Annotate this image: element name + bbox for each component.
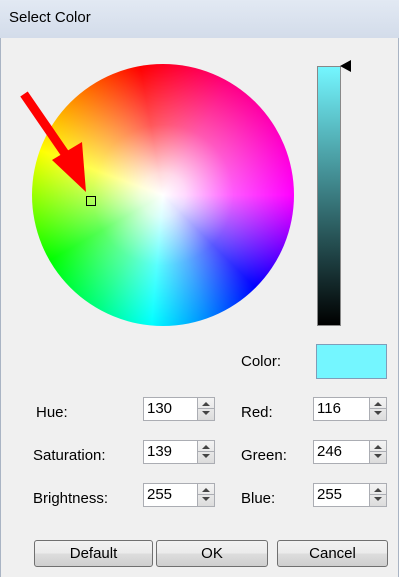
chevron-up-icon[interactable] <box>374 488 382 492</box>
color-label: Color: <box>241 353 282 370</box>
title-bar: Select Color <box>0 0 399 38</box>
saturation-spin-buttons[interactable] <box>197 441 214 463</box>
chevron-up-icon[interactable] <box>202 402 210 406</box>
spin-divider <box>370 408 386 409</box>
chevron-down-icon[interactable] <box>374 411 382 415</box>
default-button[interactable]: Default <box>34 540 153 567</box>
brightness-label: Brightness: <box>33 490 109 507</box>
saturation-spinner[interactable]: 139 <box>143 440 215 464</box>
spin-divider <box>370 451 386 452</box>
chevron-down-icon[interactable] <box>202 497 210 501</box>
green-value[interactable]: 246 <box>317 443 342 460</box>
chevron-down-icon[interactable] <box>374 454 382 458</box>
saturation-value[interactable]: 139 <box>147 443 172 460</box>
hue-spinner[interactable]: 130 <box>143 397 215 421</box>
chevron-up-icon[interactable] <box>202 445 210 449</box>
brightness-spin-buttons[interactable] <box>197 484 214 506</box>
brightness-value[interactable]: 255 <box>147 486 172 503</box>
spin-divider <box>198 494 214 495</box>
triangle-pointer-icon[interactable] <box>340 60 351 72</box>
hue-value[interactable]: 130 <box>147 400 172 417</box>
brightness-spinner[interactable]: 255 <box>143 483 215 507</box>
blue-label: Blue: <box>241 490 276 507</box>
spin-divider <box>198 451 214 452</box>
spin-divider <box>198 408 214 409</box>
green-spin-buttons[interactable] <box>369 441 386 463</box>
hue-spin-buttons[interactable] <box>197 398 214 420</box>
red-spinner[interactable]: 116 <box>313 397 387 421</box>
chevron-down-icon[interactable] <box>202 411 210 415</box>
chevron-up-icon[interactable] <box>374 445 382 449</box>
color-swatch <box>316 344 387 379</box>
spin-divider <box>370 494 386 495</box>
window-title: Select Color <box>9 9 91 26</box>
brightness-slider[interactable] <box>317 66 341 326</box>
red-arrow-icon <box>20 91 86 192</box>
red-label: Red: <box>241 404 273 421</box>
red-spin-buttons[interactable] <box>369 398 386 420</box>
chevron-down-icon[interactable] <box>202 454 210 458</box>
green-spinner[interactable]: 246 <box>313 440 387 464</box>
blue-spinner[interactable]: 255 <box>313 483 387 507</box>
ok-button[interactable]: OK <box>156 540 268 567</box>
chevron-up-icon[interactable] <box>202 488 210 492</box>
red-value[interactable]: 116 <box>317 400 341 417</box>
blue-spin-buttons[interactable] <box>369 484 386 506</box>
blue-value[interactable]: 255 <box>317 486 342 503</box>
chevron-up-icon[interactable] <box>374 402 382 406</box>
hue-label: Hue: <box>36 404 68 421</box>
chevron-down-icon[interactable] <box>374 497 382 501</box>
saturation-label: Saturation: <box>33 447 106 464</box>
green-label: Green: <box>241 447 287 464</box>
cancel-button[interactable]: Cancel <box>277 540 388 567</box>
